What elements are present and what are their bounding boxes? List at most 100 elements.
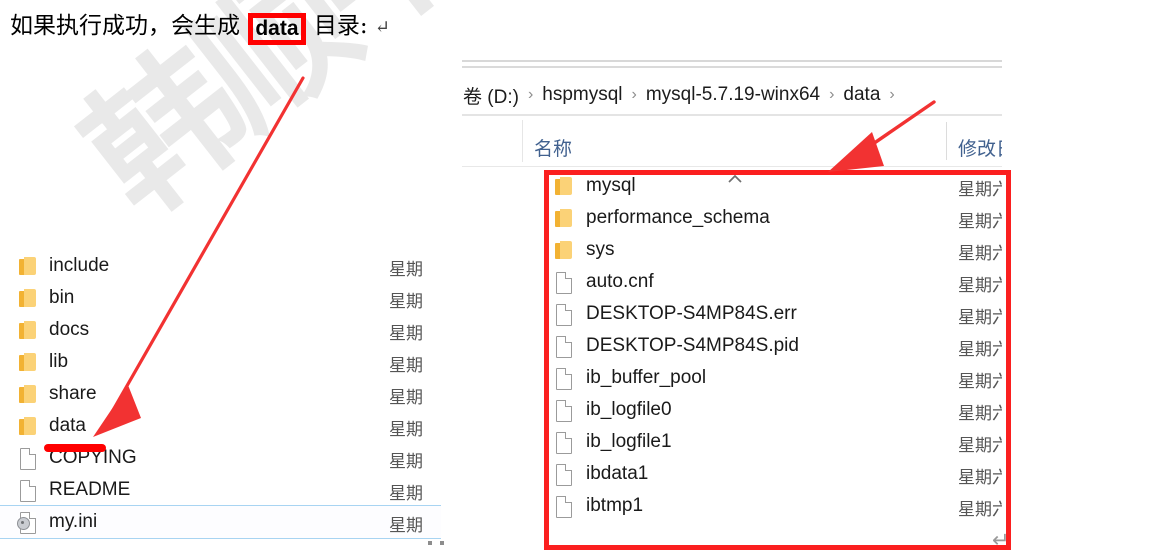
table-row-date: 星期六 xyxy=(958,404,1002,424)
table-row[interactable]: auto.cnf 星期六 xyxy=(462,266,1002,298)
list-item-date: 星期 xyxy=(389,388,423,408)
table-row[interactable]: sys 星期六 xyxy=(462,234,1002,266)
table-row-name: ibtmp1 xyxy=(586,495,644,516)
breadcrumb-item[interactable]: 卷 (D:) xyxy=(462,82,520,109)
breadcrumb-item[interactable]: hspmysql xyxy=(541,84,623,106)
file-icon xyxy=(554,463,574,486)
underline-data-folder xyxy=(44,444,106,452)
right-file-list[interactable]: mysql 星期六 performance_schema 星期六 sys 星期六 auto.… xyxy=(462,170,1002,522)
table-row-date: 星期六 xyxy=(958,340,1002,360)
breadcrumb-item[interactable]: mysql-5.7.19-winx64 xyxy=(645,84,821,106)
folder-icon xyxy=(554,176,574,197)
list-item-label: include xyxy=(49,255,110,276)
list-item[interactable]: my.ini 星期 xyxy=(0,505,441,539)
list-item-label: lib xyxy=(49,351,69,372)
table-row[interactable]: ib_buffer_pool 星期六 xyxy=(462,362,1002,394)
table-row-date: 星期六 xyxy=(958,468,1002,488)
list-item-label: my.ini xyxy=(49,511,98,532)
table-row-date: 星期六 xyxy=(958,500,1002,520)
file-icon xyxy=(554,335,574,358)
file-icon xyxy=(554,399,574,422)
table-row-date: 星期六 xyxy=(958,212,1002,232)
table-row-date: 星期六 xyxy=(958,180,1002,200)
table-row[interactable]: DESKTOP-S4MP84S.err 星期六 xyxy=(462,298,1002,330)
list-item-date: 星期 xyxy=(389,356,423,376)
table-row[interactable]: DESKTOP-S4MP84S.pid 星期六 xyxy=(462,330,1002,362)
table-row[interactable]: ib_logfile1 星期六 xyxy=(462,426,1002,458)
table-row-name: ib_buffer_pool xyxy=(586,367,707,388)
table-row-name: ib_logfile0 xyxy=(586,399,672,420)
pilcrow-icon: ↵ xyxy=(374,17,390,38)
breadcrumb[interactable]: 卷 (D:) › hspmysql › mysql-5.7.19-winx64 › data… xyxy=(462,80,903,110)
breadcrumb-separator: › xyxy=(829,86,835,103)
table-row-name: ib_logfile1 xyxy=(586,431,672,452)
table-row-name: performance_schema xyxy=(586,207,770,228)
truncation-dots xyxy=(428,541,448,547)
list-item[interactable]: share 星期 xyxy=(0,378,441,410)
breadcrumb-item[interactable]: data xyxy=(842,84,881,106)
caption-text-after: 目录: xyxy=(313,13,368,39)
table-row[interactable]: ibtmp1 星期六 xyxy=(462,490,1002,522)
breadcrumb-separator: › xyxy=(527,86,534,103)
folder-icon xyxy=(554,208,574,229)
file-icon xyxy=(554,367,574,390)
list-item[interactable]: lib 星期 xyxy=(0,346,441,378)
file-icon xyxy=(554,431,574,454)
column-divider-right xyxy=(946,122,947,160)
list-item-date: 星期 xyxy=(389,484,423,504)
table-row-name: DESKTOP-S4MP84S.pid xyxy=(586,335,799,356)
table-row-name: mysql xyxy=(586,175,636,196)
folder-icon xyxy=(18,320,38,341)
table-row-date: 星期六 xyxy=(958,436,1002,456)
right-explorer-window[interactable]: 卷 (D:) › hspmysql › mysql-5.7.19-winx64 › data… xyxy=(462,58,1002,555)
list-item[interactable]: bin 星期 xyxy=(0,282,441,314)
list-item-label: data xyxy=(49,415,86,436)
list-item-date: 星期 xyxy=(389,324,423,344)
list-item-date: 星期 xyxy=(389,516,423,536)
page-caption: 如果执行成功，会生成 data 目录: ↵ xyxy=(10,6,390,46)
folder-icon xyxy=(18,416,38,437)
list-item[interactable]: include 星期 xyxy=(0,250,441,282)
table-row-name: auto.cnf xyxy=(586,271,654,292)
column-header-row[interactable]: 名称 修改日 xyxy=(462,116,1002,183)
table-row-date: 星期六 xyxy=(958,244,1002,264)
table-row-date: 星期六 xyxy=(958,308,1002,328)
folder-icon xyxy=(18,352,38,373)
list-item-date: 星期 xyxy=(389,452,423,472)
file-icon xyxy=(18,479,38,502)
caption-text-before: 如果执行成功，会生成 xyxy=(10,13,240,39)
file-icon xyxy=(554,495,574,518)
list-item-date: 星期 xyxy=(389,260,423,280)
list-item-label: bin xyxy=(49,287,75,308)
file-icon xyxy=(554,303,574,326)
list-item-date: 星期 xyxy=(389,420,423,440)
file-icon xyxy=(18,447,38,470)
list-item[interactable]: docs 星期 xyxy=(0,314,441,346)
folder-icon xyxy=(18,384,38,405)
list-item[interactable]: README 星期 xyxy=(0,474,441,506)
column-header-name[interactable]: 名称 xyxy=(534,134,572,161)
folder-icon xyxy=(18,256,38,277)
table-row[interactable]: ibdata1 星期六 xyxy=(462,458,1002,490)
divider-under-header xyxy=(462,166,1002,167)
column-divider-left xyxy=(522,120,523,162)
table-row-name: sys xyxy=(586,239,615,260)
list-item-label: share xyxy=(49,383,97,404)
list-item-label: README xyxy=(49,479,131,500)
folder-icon xyxy=(554,240,574,261)
file-icon xyxy=(554,271,574,294)
list-item-date: 星期 xyxy=(389,292,423,312)
table-row[interactable]: mysql 星期六 xyxy=(462,170,1002,202)
table-row[interactable]: performance_schema 星期六 xyxy=(462,202,1002,234)
folder-icon xyxy=(18,288,38,309)
ini-file-icon xyxy=(17,511,38,534)
window-chrome-strips xyxy=(462,58,1002,70)
breadcrumb-separator: › xyxy=(631,86,637,103)
column-header-modified[interactable]: 修改日 xyxy=(958,134,1002,161)
list-item[interactable]: data 星期 xyxy=(0,410,441,442)
breadcrumb-separator: › xyxy=(889,86,895,103)
list-item-label: docs xyxy=(49,319,90,340)
table-row-date: 星期六 xyxy=(958,372,1002,392)
left-file-list[interactable]: include 星期 bin 星期 docs 星期 lib 星期 share 星期 data 星期 CO… xyxy=(0,250,441,555)
table-row[interactable]: ib_logfile0 星期六 xyxy=(462,394,1002,426)
